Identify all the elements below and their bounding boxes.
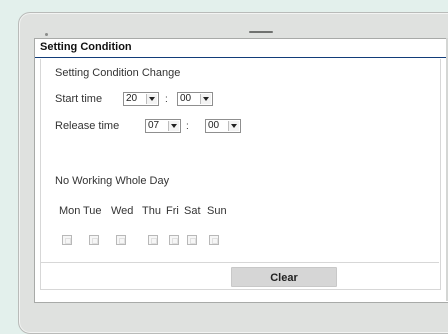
panel-title: Setting Condition [40,41,132,53]
checkbox-fri[interactable] [169,235,179,245]
checkbox-tue[interactable] [89,235,99,245]
no-working-whole-day-label: No Working Whole Day [55,175,170,187]
clear-button[interactable]: Clear [231,267,337,287]
button-divider [40,262,439,263]
start-time-separator: : [165,94,168,105]
start-time-minute-select[interactable]: 00 [177,92,213,106]
setting-condition-change-label: Setting Condition Change [55,67,181,79]
checkbox-mon[interactable] [62,235,72,245]
release-time-hour-select[interactable]: 07 [145,119,181,133]
chevron-down-icon [168,121,179,131]
device-indicator-dot [45,33,48,36]
release-time-separator: : [186,121,189,132]
day-label-sat: Sat [184,205,201,217]
release-time-label: Release time [55,120,120,132]
checkbox-wed[interactable] [116,235,126,245]
checkbox-thu[interactable] [148,235,158,245]
day-label-tue: Tue [83,205,102,217]
setting-condition-content: Setting Condition Change Start time 20 :… [40,59,441,290]
start-time-minute-value: 00 [180,93,192,104]
chevron-down-icon [228,121,239,131]
setting-condition-panel: Setting Condition Setting Condition Chan… [34,38,448,303]
checkbox-sun[interactable] [209,235,219,245]
chevron-down-icon [200,94,211,104]
chevron-down-icon [146,94,157,104]
device-slot [249,31,273,33]
checkbox-sat[interactable] [187,235,197,245]
day-label-sun: Sun [207,205,227,217]
day-label-fri: Fri [166,205,179,217]
release-time-minute-value: 00 [208,120,220,131]
start-time-hour-select[interactable]: 20 [123,92,159,106]
release-time-minute-select[interactable]: 00 [205,119,241,133]
day-label-wed: Wed [111,205,134,217]
panel-header: Setting Condition [35,39,448,58]
day-label-thu: Thu [142,205,161,217]
start-time-label: Start time [55,93,103,105]
release-time-hour-value: 07 [148,120,160,131]
day-label-mon: Mon [59,205,81,217]
start-time-hour-value: 20 [126,93,138,104]
